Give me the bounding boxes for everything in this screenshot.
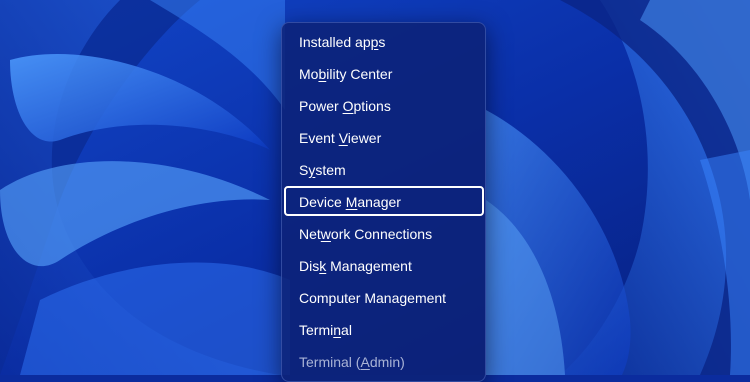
menu-item-terminal-admin[interactable]: Terminal (Admin) — [284, 346, 484, 376]
menu-item-event-viewer[interactable]: Event Viewer — [284, 122, 484, 152]
menu-item-installed-apps[interactable]: Installed apps — [284, 26, 484, 56]
menu-item-device-manager[interactable]: Device Manager — [284, 186, 484, 216]
menu-item-computer-management[interactable]: Computer Management — [284, 282, 484, 312]
menu-item-disk-management[interactable]: Disk Management — [284, 250, 484, 280]
quick-link-menu: Installed apps Mobility Center Power Optio… — [281, 22, 486, 382]
menu-item-terminal[interactable]: Terminal — [284, 314, 484, 344]
menu-item-mobility-center[interactable]: Mobility Center — [284, 58, 484, 88]
menu-item-power-options[interactable]: Power Options — [284, 90, 484, 120]
menu-item-system[interactable]: System — [284, 154, 484, 184]
menu-item-network-connections[interactable]: Network Connections — [284, 218, 484, 248]
